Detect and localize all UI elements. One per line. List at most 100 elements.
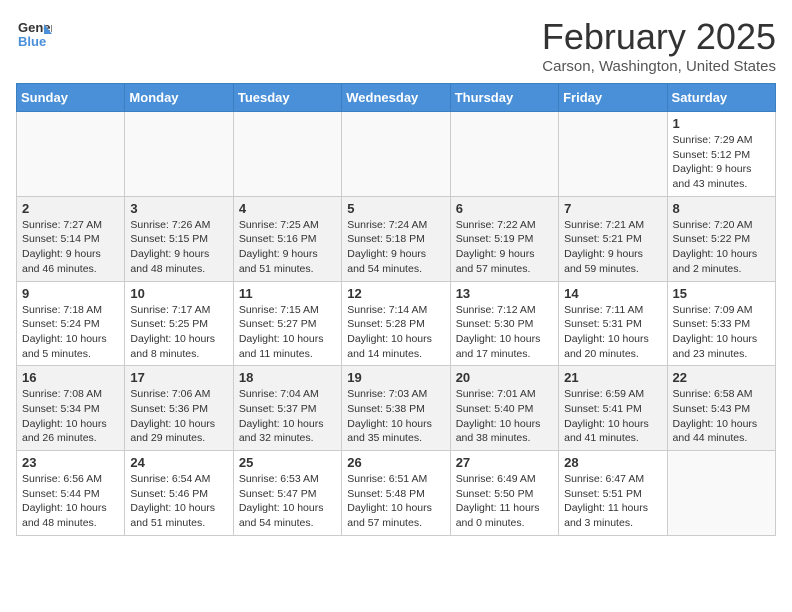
weekday-header-thursday: Thursday (450, 84, 558, 112)
day-info: Sunrise: 7:06 AM Sunset: 5:36 PM Dayligh… (130, 387, 227, 446)
calendar-day-cell: 12 Sunrise: 7:14 AM Sunset: 5:28 PM Dayli… (342, 281, 450, 366)
weekday-header-tuesday: Tuesday (233, 84, 341, 112)
calendar-day-cell: 24Sunrise: 6:54 AM Sunset: 5:46 PM Dayli… (125, 451, 233, 536)
day-number: 13 (456, 286, 553, 301)
day-info: Sunrise: 7:22 AM Sunset: 5:19 PM Dayligh… (456, 218, 553, 277)
day-number: 8 (673, 201, 770, 216)
weekday-header-saturday: Saturday (667, 84, 775, 112)
day-number: 5 (347, 201, 444, 216)
day-info: Sunrise: 6:47 AM Sunset: 5:51 PM Dayligh… (564, 472, 661, 531)
calendar-week-row: 1 Sunrise: 7:29 AM Sunset: 5:12 PM Daylig… (17, 112, 776, 197)
calendar-day-cell: 16 Sunrise: 7:08 AM Sunset: 5:34 PM Dayli… (17, 366, 125, 451)
day-number: 26 (347, 455, 444, 470)
day-number: 25 (239, 455, 336, 470)
calendar-day-cell: 11 Sunrise: 7:15 AM Sunset: 5:27 PM Dayli… (233, 281, 341, 366)
day-info: Sunrise: 6:49 AM Sunset: 5:50 PM Dayligh… (456, 472, 553, 531)
day-number: 24 (130, 455, 227, 470)
day-info: Sunrise: 7:21 AM Sunset: 5:21 PM Dayligh… (564, 218, 661, 277)
day-info: Sunrise: 7:09 AM Sunset: 5:33 PM Dayligh… (673, 303, 770, 362)
day-number: 27 (456, 455, 553, 470)
day-number: 4 (239, 201, 336, 216)
day-number: 6 (456, 201, 553, 216)
calendar-day-cell: 19Sunrise: 7:03 AM Sunset: 5:38 PM Dayli… (342, 366, 450, 451)
calendar-day-cell: 5 Sunrise: 7:24 AM Sunset: 5:18 PM Daylig… (342, 196, 450, 281)
day-number: 3 (130, 201, 227, 216)
day-info: Sunrise: 7:14 AM Sunset: 5:28 PM Dayligh… (347, 303, 444, 362)
day-number: 21 (564, 370, 661, 385)
calendar-day-cell: 13Sunrise: 7:12 AM Sunset: 5:30 PM Dayli… (450, 281, 558, 366)
calendar-day-cell (342, 112, 450, 197)
calendar-day-cell: 22 Sunrise: 6:58 AM Sunset: 5:43 PM Dayli… (667, 366, 775, 451)
calendar-day-cell: 27 Sunrise: 6:49 AM Sunset: 5:50 PM Dayli… (450, 451, 558, 536)
calendar-day-cell: 7 Sunrise: 7:21 AM Sunset: 5:21 PM Daylig… (559, 196, 667, 281)
location-subtitle: Carson, Washington, United States (542, 58, 776, 75)
calendar-day-cell: 26 Sunrise: 6:51 AM Sunset: 5:48 PM Dayli… (342, 451, 450, 536)
day-info: Sunrise: 7:26 AM Sunset: 5:15 PM Dayligh… (130, 218, 227, 277)
calendar-day-cell (559, 112, 667, 197)
calendar-day-cell (233, 112, 341, 197)
calendar-day-cell (667, 451, 775, 536)
day-info: Sunrise: 6:59 AM Sunset: 5:41 PM Dayligh… (564, 387, 661, 446)
weekday-header-monday: Monday (125, 84, 233, 112)
day-info: Sunrise: 7:25 AM Sunset: 5:16 PM Dayligh… (239, 218, 336, 277)
day-number: 16 (22, 370, 119, 385)
day-info: Sunrise: 7:24 AM Sunset: 5:18 PM Dayligh… (347, 218, 444, 277)
day-number: 7 (564, 201, 661, 216)
day-info: Sunrise: 7:20 AM Sunset: 5:22 PM Dayligh… (673, 218, 770, 277)
day-number: 20 (456, 370, 553, 385)
calendar-day-cell: 15 Sunrise: 7:09 AM Sunset: 5:33 PM Dayli… (667, 281, 775, 366)
calendar-day-cell (17, 112, 125, 197)
day-number: 1 (673, 116, 770, 131)
calendar-day-cell: 20 Sunrise: 7:01 AM Sunset: 5:40 PM Dayli… (450, 366, 558, 451)
calendar-day-cell (450, 112, 558, 197)
day-number: 11 (239, 286, 336, 301)
calendar-day-cell: 23 Sunrise: 6:56 AM Sunset: 5:44 PM Dayli… (17, 451, 125, 536)
day-number: 18 (239, 370, 336, 385)
day-info: Sunrise: 7:04 AM Sunset: 5:37 PM Dayligh… (239, 387, 336, 446)
day-info: Sunrise: 7:01 AM Sunset: 5:40 PM Dayligh… (456, 387, 553, 446)
day-info: Sunrise: 7:11 AM Sunset: 5:31 PM Dayligh… (564, 303, 661, 362)
weekday-header-friday: Friday (559, 84, 667, 112)
day-number: 14 (564, 286, 661, 301)
day-number: 17 (130, 370, 227, 385)
calendar-week-row: 16 Sunrise: 7:08 AM Sunset: 5:34 PM Dayli… (17, 366, 776, 451)
logo-icon: General Blue (16, 16, 52, 57)
title-section: February 2025 Carson, Washington, United… (542, 16, 776, 75)
weekday-header-wednesday: Wednesday (342, 84, 450, 112)
day-number: 9 (22, 286, 119, 301)
day-info: Sunrise: 7:18 AM Sunset: 5:24 PM Dayligh… (22, 303, 119, 362)
svg-text:Blue: Blue (18, 34, 46, 49)
day-info: Sunrise: 6:58 AM Sunset: 5:43 PM Dayligh… (673, 387, 770, 446)
calendar-day-cell: 1 Sunrise: 7:29 AM Sunset: 5:12 PM Daylig… (667, 112, 775, 197)
day-number: 22 (673, 370, 770, 385)
day-number: 12 (347, 286, 444, 301)
day-number: 23 (22, 455, 119, 470)
day-info: Sunrise: 7:15 AM Sunset: 5:27 PM Dayligh… (239, 303, 336, 362)
day-number: 2 (22, 201, 119, 216)
day-info: Sunrise: 6:53 AM Sunset: 5:47 PM Dayligh… (239, 472, 336, 531)
day-info: Sunrise: 7:03 AM Sunset: 5:38 PM Dayligh… (347, 387, 444, 446)
weekday-header-row: SundayMondayTuesdayWednesdayThursdayFrid… (17, 84, 776, 112)
calendar-day-cell: 10 Sunrise: 7:17 AM Sunset: 5:25 PM Dayli… (125, 281, 233, 366)
day-info: Sunrise: 7:08 AM Sunset: 5:34 PM Dayligh… (22, 387, 119, 446)
day-number: 10 (130, 286, 227, 301)
calendar-day-cell: 4 Sunrise: 7:25 AM Sunset: 5:16 PM Daylig… (233, 196, 341, 281)
weekday-header-sunday: Sunday (17, 84, 125, 112)
calendar-day-cell: 28 Sunrise: 6:47 AM Sunset: 5:51 PM Dayli… (559, 451, 667, 536)
day-info: Sunrise: 7:17 AM Sunset: 5:25 PM Dayligh… (130, 303, 227, 362)
calendar-day-cell: 17 Sunrise: 7:06 AM Sunset: 5:36 PM Dayli… (125, 366, 233, 451)
month-year-title: February 2025 (542, 16, 776, 58)
day-number: 28 (564, 455, 661, 470)
calendar-day-cell (125, 112, 233, 197)
calendar-day-cell: 25 Sunrise: 6:53 AM Sunset: 5:47 PM Dayli… (233, 451, 341, 536)
calendar-day-cell: 2 Sunrise: 7:27 AM Sunset: 5:14 PM Daylig… (17, 196, 125, 281)
calendar-week-row: 2 Sunrise: 7:27 AM Sunset: 5:14 PM Daylig… (17, 196, 776, 281)
logo: General Blue (16, 16, 52, 57)
calendar-day-cell: 21 Sunrise: 6:59 AM Sunset: 5:41 PM Dayli… (559, 366, 667, 451)
day-info: Sunrise: 6:51 AM Sunset: 5:48 PM Dayligh… (347, 472, 444, 531)
calendar-table: SundayMondayTuesdayWednesdayThursdayFrid… (16, 83, 776, 536)
day-info: Sunrise: 6:56 AM Sunset: 5:44 PM Dayligh… (22, 472, 119, 531)
day-number: 15 (673, 286, 770, 301)
day-info: Sunrise: 7:29 AM Sunset: 5:12 PM Dayligh… (673, 133, 770, 192)
day-info: Sunrise: 7:27 AM Sunset: 5:14 PM Dayligh… (22, 218, 119, 277)
